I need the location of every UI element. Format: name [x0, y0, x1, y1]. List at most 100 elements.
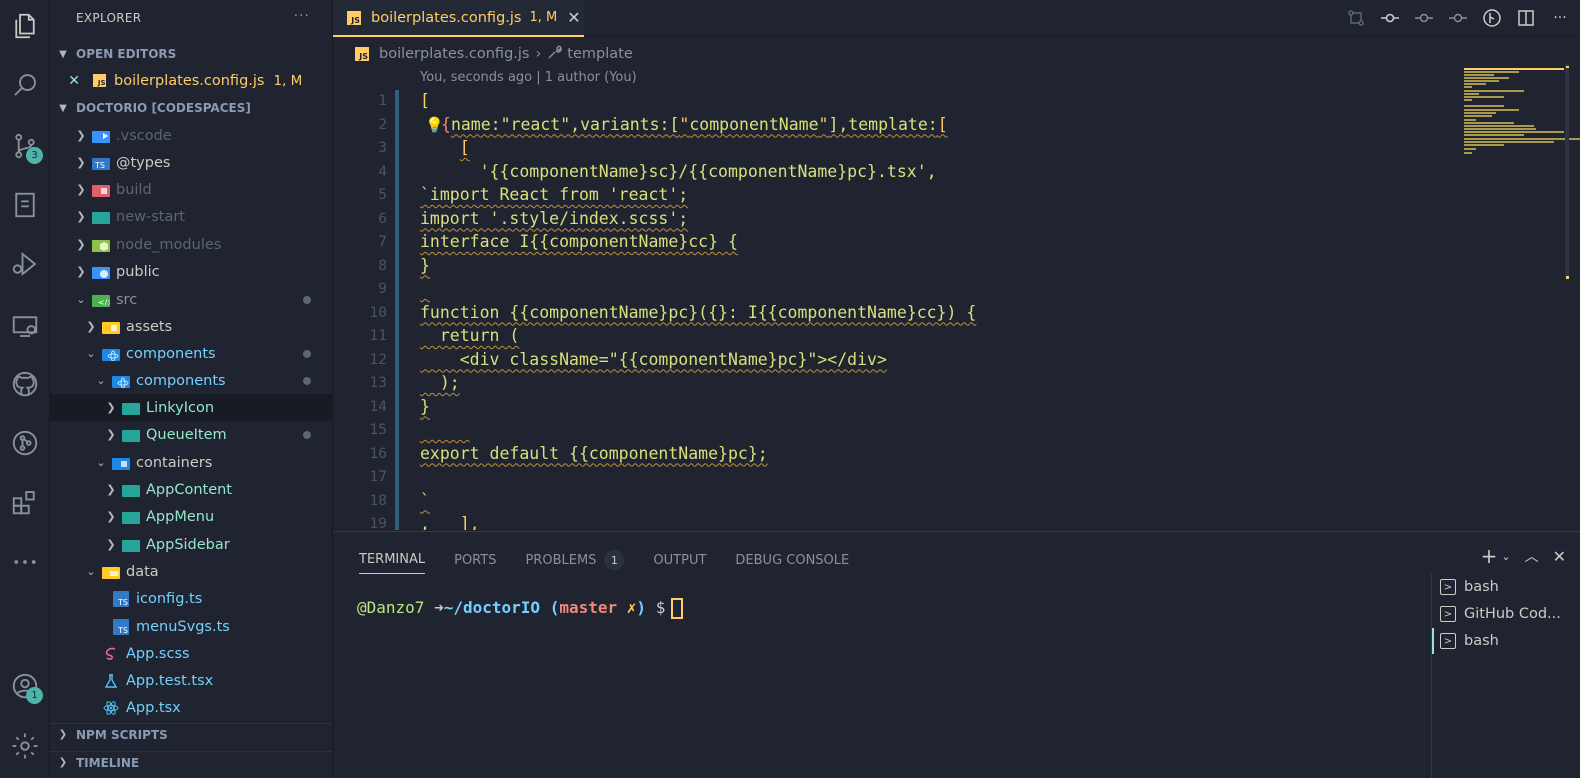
remote-window-icon[interactable] [3, 304, 47, 348]
tree-item-build[interactable]: ❯ build [50, 176, 332, 203]
tree-item-components[interactable]: ⌄ components [50, 340, 332, 367]
react-file-icon [102, 700, 120, 716]
chevron-right-icon: ❯ [76, 238, 86, 251]
run-debug-icon[interactable] [3, 242, 47, 286]
explorer-icon[interactable] [3, 4, 47, 48]
terminal-cursor [671, 598, 684, 619]
github-icon[interactable] [3, 362, 47, 406]
more-actions-icon[interactable] [3, 540, 47, 584]
terminal-item[interactable]: > GitHub Cod... [1432, 601, 1580, 627]
tab-boilerplates-config[interactable]: JS boilerplates.config.js 1, M ✕ [333, 0, 584, 37]
bottom-panel: TERMINAL PORTS PROBLEMS 1 OUTPUT DEBUG C… [333, 531, 1580, 778]
explorer-more-button[interactable]: ··· [294, 8, 310, 24]
chevron-right-icon: ❯ [106, 538, 116, 551]
tree-item-src[interactable]: ⌄ </> src [50, 286, 332, 313]
tree-item-label: AppMenu [146, 508, 215, 525]
code-text: , ], [420, 514, 480, 530]
tab-terminal[interactable]: TERMINAL [359, 546, 426, 574]
tree-item-app-test[interactable]: App.test.tsx [50, 667, 332, 694]
code-text: } [420, 396, 430, 416]
tab-debug-console[interactable]: DEBUG CONSOLE [735, 546, 849, 574]
tree-item-new-start[interactable]: ❯ new-start [50, 203, 332, 230]
line-number: 3 [378, 140, 387, 156]
tree-item-label: node_modules [116, 236, 222, 253]
tab-output[interactable]: OUTPUT [653, 546, 706, 574]
close-icon[interactable]: ✕ [567, 8, 580, 27]
tree-item-linkyicon[interactable]: ❯ LinkyIcon [50, 394, 332, 421]
accounts-icon[interactable]: 1 [3, 664, 47, 708]
tree-item-appmenu[interactable]: ❯ AppMenu [50, 503, 332, 530]
workspace-section[interactable]: ▼ DOCTORIO [CODESPACES] [50, 97, 332, 119]
breadcrumb-file[interactable]: boilerplates.config.js [379, 46, 529, 62]
tree-item-data[interactable]: ⌄ data [50, 558, 332, 585]
search-icon[interactable] [3, 63, 47, 107]
terminal-prompt[interactable]: @Danzo7 ➜~/doctorIO (master ✗) $ [357, 598, 684, 619]
compare-changes-icon[interactable] [1346, 8, 1366, 28]
open-editor-status: 1, M [273, 72, 303, 89]
timeline-section[interactable]: ❯ TIMELINE [50, 751, 332, 773]
tree-item-containers[interactable]: ⌄ containers [50, 449, 332, 476]
git-graph-icon[interactable] [1482, 8, 1502, 28]
tree-item-queueitem[interactable]: ❯ QueueItem [50, 421, 332, 448]
new-terminal-plus-icon[interactable]: + [1481, 544, 1498, 568]
open-editors-label: OPEN EDITORS [76, 47, 177, 61]
tree-item-node-modules[interactable]: ❯ node_modules [50, 231, 332, 258]
npm-scripts-section[interactable]: ❯ NPM SCRIPTS [50, 723, 332, 745]
previous-change-icon[interactable] [1414, 8, 1434, 28]
line-number: 17 [369, 469, 387, 485]
tree-item-public[interactable]: ❯ public [50, 258, 332, 285]
vscode-folder-icon [92, 128, 110, 144]
scrollbar-vertical[interactable] [1565, 64, 1569, 276]
terminal-item-active[interactable]: > bash [1432, 628, 1580, 654]
tree-item-types[interactable]: ❯ TS @types [50, 149, 332, 176]
chevron-down-icon[interactable]: ⌄ [1501, 550, 1510, 563]
next-change-icon[interactable] [1448, 8, 1468, 28]
code-editor[interactable]: 1 [ 2 💡 {name:"react",variants:["compone… [333, 90, 1453, 530]
git-commit-icon[interactable] [1380, 8, 1400, 28]
tree-item-app-tsx[interactable]: App.tsx [50, 694, 332, 721]
tree-item-menusvgs[interactable]: TS menuSvgs.ts [50, 613, 332, 640]
tab-ports[interactable]: PORTS [454, 546, 496, 574]
settings-gear-icon[interactable] [3, 724, 47, 768]
open-editor-name: boilerplates.config.js [114, 72, 265, 89]
tab-problems-label: PROBLEMS [525, 552, 597, 568]
terminal-user: @Danzo7 [357, 598, 425, 617]
open-editors-section[interactable]: ▼ OPEN EDITORS [50, 43, 332, 65]
more-actions-icon[interactable]: ··· [1550, 8, 1570, 28]
chevron-right-icon: ❯ [58, 729, 68, 740]
tree-item-label: @types [116, 154, 171, 171]
close-panel-icon[interactable]: ✕ [1553, 547, 1566, 566]
codelens-blame[interactable]: You, seconds ago | 1 author (You) [420, 70, 637, 85]
code-text: export default {{componentName}pc}; [420, 443, 768, 463]
remote-explorer-icon[interactable] [3, 183, 47, 227]
extensions-icon[interactable] [3, 480, 47, 524]
minimap[interactable] [1456, 64, 1580, 164]
tree-item-vscode[interactable]: ❯ .vscode [50, 122, 332, 149]
line-number: 16 [369, 445, 387, 462]
tree-item-components-nested[interactable]: ⌄ components [50, 367, 332, 394]
tree-item-iconfig[interactable]: TS iconfig.ts [50, 585, 332, 612]
tree-item-appsidebar[interactable]: ❯ AppSidebar [50, 531, 332, 558]
tree-item-appcontent[interactable]: ❯ AppContent [50, 476, 332, 503]
workspace-label: DOCTORIO [CODESPACES] [76, 101, 251, 115]
tree-item-app-scss[interactable]: App.scss [50, 640, 332, 667]
terminal-item[interactable]: > bash [1432, 574, 1580, 600]
tree-item-label: public [116, 263, 160, 280]
line-number: 6 [378, 210, 387, 227]
js-file-icon: JS [90, 73, 108, 89]
maximize-panel-icon[interactable]: ︿ [1525, 546, 1539, 566]
breadcrumb-symbol[interactable]: template [567, 46, 632, 62]
terminal-dirty-mark: ✗ [626, 598, 637, 617]
split-editor-icon[interactable] [1516, 8, 1536, 28]
open-editor-item[interactable]: ✕ JS boilerplates.config.js 1, M [50, 67, 332, 94]
git-graph-icon[interactable] [3, 421, 47, 465]
tab-problems[interactable]: PROBLEMS 1 [525, 546, 625, 574]
svg-text:TS: TS [117, 598, 128, 607]
chevron-down-icon: ⌄ [76, 293, 86, 306]
svg-text:TS: TS [117, 626, 128, 635]
close-editor-icon[interactable]: ✕ [50, 73, 80, 89]
terminal-item-label: GitHub Cod... [1464, 606, 1561, 622]
panel-tabs: TERMINAL PORTS PROBLEMS 1 OUTPUT DEBUG C… [359, 546, 878, 574]
source-control-icon[interactable]: 3 [3, 124, 47, 168]
tree-item-assets[interactable]: ❯ assets [50, 313, 332, 340]
